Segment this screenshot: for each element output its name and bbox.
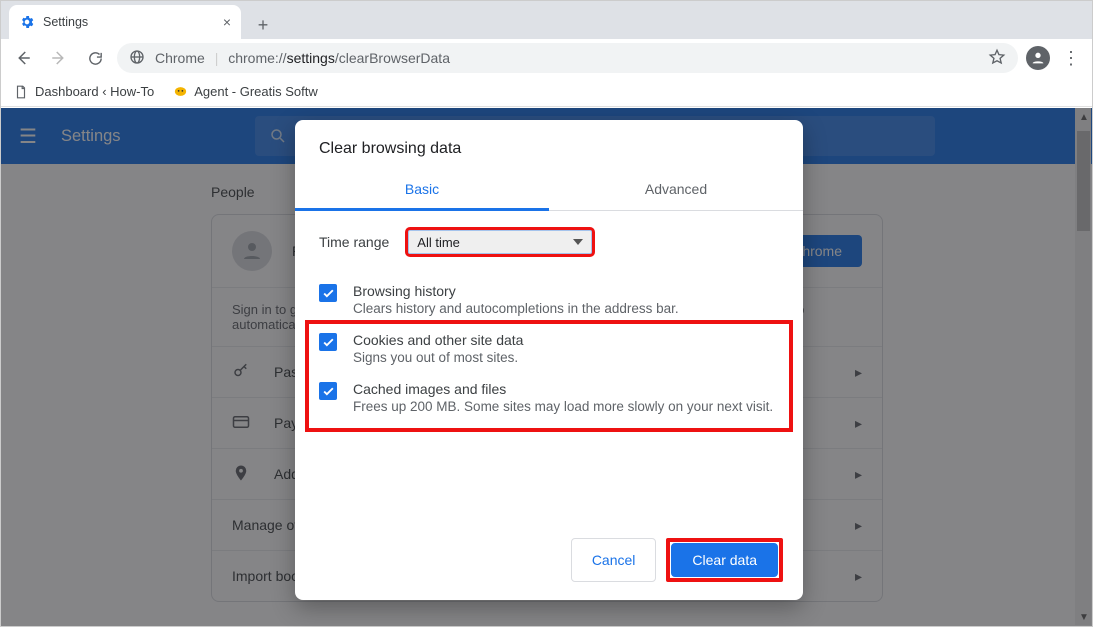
forward-button[interactable]: [45, 44, 73, 72]
option-desc: Clears history and autocompletions in th…: [353, 301, 679, 316]
star-icon[interactable]: [988, 48, 1006, 69]
option-title: Cached images and files: [353, 381, 773, 397]
highlight-box: Clear data: [666, 538, 783, 582]
toolbar: Chrome | chrome://settings/clearBrowserD…: [1, 39, 1092, 77]
close-icon[interactable]: ×: [223, 14, 231, 30]
tab-title: Settings: [43, 15, 88, 29]
bookmark-dashboard[interactable]: Dashboard ‹ How-To: [13, 84, 154, 100]
checkbox-checked-icon[interactable]: [319, 333, 337, 351]
option-cache[interactable]: Cached images and files Frees up 200 MB.…: [319, 373, 779, 422]
reload-button[interactable]: [81, 44, 109, 72]
back-button[interactable]: [9, 44, 37, 72]
option-title: Cookies and other site data: [353, 332, 523, 348]
tab-strip: Settings × +: [1, 1, 1092, 39]
option-desc: Signs you out of most sites.: [353, 350, 523, 365]
page-icon: [13, 84, 29, 100]
tab-advanced[interactable]: Advanced: [549, 170, 803, 210]
time-range-label: Time range: [319, 234, 389, 250]
bookmark-label: Dashboard ‹ How-To: [35, 84, 154, 99]
clear-data-button[interactable]: Clear data: [671, 543, 778, 577]
dialog-tabs: Basic Advanced: [295, 170, 803, 211]
tab-basic[interactable]: Basic: [295, 170, 549, 211]
clear-browsing-data-dialog: Clear browsing data Basic Advanced Time …: [295, 120, 803, 600]
highlight-box: Cookies and other site data Signs you ou…: [305, 320, 793, 432]
option-cookies[interactable]: Cookies and other site data Signs you ou…: [319, 324, 779, 373]
chevron-down-icon: [573, 239, 583, 245]
favicon-icon: [172, 84, 188, 100]
bookmark-agent[interactable]: Agent - Greatis Softw: [172, 84, 318, 100]
option-title: Browsing history: [353, 283, 679, 299]
checkbox-checked-icon[interactable]: [319, 284, 337, 302]
browser-tab-settings[interactable]: Settings ×: [9, 5, 241, 39]
new-tab-button[interactable]: +: [249, 11, 277, 39]
time-range-select[interactable]: All time: [407, 229, 593, 255]
bookmark-label: Agent - Greatis Softw: [194, 84, 318, 99]
checkbox-checked-icon[interactable]: [319, 382, 337, 400]
address-bar[interactable]: Chrome | chrome://settings/clearBrowserD…: [117, 43, 1018, 73]
menu-icon[interactable]: ⋮: [1062, 48, 1080, 69]
time-range-value: All time: [417, 235, 460, 250]
profile-avatar[interactable]: [1026, 46, 1050, 70]
bookmarks-bar: Dashboard ‹ How-To Agent - Greatis Softw: [1, 77, 1092, 107]
dialog-title: Clear browsing data: [295, 120, 803, 170]
option-browsing-history[interactable]: Browsing history Clears history and auto…: [319, 275, 779, 324]
cancel-button[interactable]: Cancel: [571, 538, 657, 582]
site-info-icon[interactable]: [129, 49, 145, 68]
gear-icon: [19, 14, 35, 30]
url-text: Chrome | chrome://settings/clearBrowserD…: [155, 50, 450, 66]
option-desc: Frees up 200 MB. Some sites may load mor…: [353, 399, 773, 414]
